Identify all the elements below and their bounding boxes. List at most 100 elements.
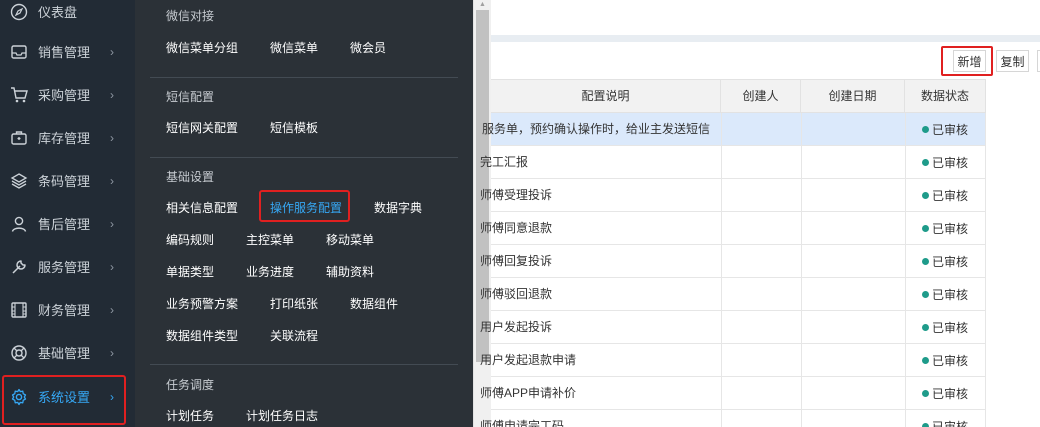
add-button[interactable]: 新增 [953,50,986,72]
menu-link-sms-template[interactable]: 短信模板 [270,119,318,136]
menu-link-main-menu[interactable]: 主控菜单 [246,231,294,248]
group-divider [150,364,458,365]
table-row[interactable]: 用户发起投诉 已审核 [480,311,986,344]
column-divider [721,278,722,310]
column-divider [721,146,722,178]
cell-config-desc: 完工汇报 [480,155,529,169]
group-title-task-scheduling: 任务调度 [166,378,215,392]
copy-button[interactable]: 复制 [996,50,1029,72]
column-divider [905,179,906,211]
menu-link-wechat-menu[interactable]: 微信菜单 [270,39,318,56]
sidebar-item-dashboard[interactable]: 仪表盘 [0,0,135,33]
menu-link-business-progress[interactable]: 业务进度 [246,263,294,280]
menu-link-operation-service-config[interactable]: 操作服务配置 [270,199,342,216]
life-ring-icon [9,343,29,363]
menu-link-related-info-config[interactable]: 相关信息配置 [166,199,238,216]
menu-link-data-component[interactable]: 数据组件 [350,295,398,312]
sidebar-item-system-settings[interactable]: 系统设置 › [0,375,135,425]
sidebar-item-service[interactable]: 服务管理 › [0,245,135,288]
column-divider [801,311,802,343]
menu-link-wechat-menu-group[interactable]: 微信菜单分组 [166,39,238,56]
table-row[interactable]: 师傅驳回退款 已审核 [480,278,986,311]
status-text: 已审核 [932,419,969,427]
table-row[interactable]: 师傅申请完工码 已审核 [480,410,986,427]
system-settings-flyout: 微信对接 微信菜单分组 微信菜单 微会员 短信配置 短信网关配置 短信模板 基础… [135,0,473,427]
cell-config-desc: 用户发起退款申请 [480,353,577,367]
menu-link-scheduled-task-log[interactable]: 计划任务日志 [246,407,318,424]
gear-icon [9,387,29,407]
group-divider [150,77,458,78]
sidebar-item-purchase[interactable]: 采购管理 › [0,73,135,116]
table-row[interactable]: 师傅回复投诉 已审核 [480,245,986,278]
column-divider [905,377,906,409]
group-divider [150,157,458,158]
cell-config-desc: 师傅受理投诉 [480,188,553,202]
layers-icon [9,171,29,191]
column-header-create-date[interactable]: 创建日期 [801,80,905,113]
column-divider [985,344,986,376]
chevron-right-icon: › [110,87,114,102]
sidebar-item-finance[interactable]: 财务管理 › [0,288,135,331]
table-row[interactable]: 师傅受理投诉 已审核 [480,179,986,212]
user-icon [9,214,29,234]
column-divider [721,311,722,343]
sidebar-item-label: 条码管理 [38,174,91,189]
menu-link-coding-rules[interactable]: 编码规则 [166,231,214,248]
chevron-right-icon: › [110,302,114,317]
table-row[interactable]: 服务单，预约确认操作时，给业主发送短信 已审核 [482,113,986,146]
sidebar-item-sales[interactable]: 销售管理 › [0,30,135,73]
status-text: 已审核 [932,353,969,368]
header-divider-band [491,35,1040,42]
dashboard-icon [9,2,29,22]
column-header-creator[interactable]: 创建人 [721,80,801,113]
table-row[interactable]: 用户发起退款申请 已审核 [480,344,986,377]
status-dot-icon [922,224,929,232]
status-dot-icon [922,389,929,397]
status-text: 已审核 [932,386,969,401]
column-divider [801,245,802,277]
menu-link-warning-plan[interactable]: 业务预警方案 [166,295,238,312]
menu-link-mobile-menu[interactable]: 移动菜单 [326,231,374,248]
table-row[interactable]: 师傅APP申请补价 已审核 [480,377,986,410]
column-header-config-desc[interactable]: 配置说明 [491,80,721,113]
menu-link-document-type[interactable]: 单据类型 [166,263,214,280]
column-divider [905,344,906,376]
chevron-right-icon: › [110,259,114,274]
cell-data-status: 已审核 [922,377,968,409]
status-text: 已审核 [932,287,969,302]
column-divider [801,410,802,427]
status-text: 已审核 [932,254,969,269]
menu-link-data-dictionary[interactable]: 数据字典 [374,199,422,216]
sidebar-item-label: 服务管理 [38,260,91,275]
column-divider [801,344,802,376]
column-divider [905,245,906,277]
column-divider [905,278,906,310]
menu-link-sms-gateway[interactable]: 短信网关配置 [166,119,238,136]
menu-link-scheduled-task[interactable]: 计划任务 [166,407,214,424]
sidebar-item-basic[interactable]: 基础管理 › [0,331,135,374]
column-divider [905,212,906,244]
cell-config-desc: 用户发起投诉 [480,320,553,334]
column-divider [985,113,986,145]
cell-data-status: 已审核 [922,212,968,244]
table-row[interactable]: 师傅同意退款 已审核 [480,212,986,245]
wrench-icon [9,257,29,277]
menu-link-auxiliary-data[interactable]: 辅助资料 [326,263,374,280]
menu-link-wechat-member[interactable]: 微会员 [350,39,386,56]
status-dot-icon [922,356,929,364]
table-row[interactable]: 完工汇报 已审核 [480,146,986,179]
group-title-basic-settings: 基础设置 [166,170,215,184]
menu-link-data-component-type[interactable]: 数据组件类型 [166,327,238,344]
column-divider [985,278,986,310]
column-divider [905,410,906,427]
scroll-up-arrow-icon[interactable]: ▲ [477,0,488,9]
sidebar-item-inventory[interactable]: 库存管理 › [0,116,135,159]
menu-link-related-process[interactable]: 关联流程 [270,327,318,344]
sidebar-item-barcode[interactable]: 条码管理 › [0,159,135,202]
sidebar-item-after-sales[interactable]: 售后管理 › [0,202,135,245]
film-icon [9,300,29,320]
cell-config-desc: 师傅申请完工码 [480,419,565,427]
column-header-data-status[interactable]: 数据状态 [905,80,986,113]
cart-icon [9,85,29,105]
menu-link-print-paper[interactable]: 打印纸张 [270,295,318,312]
